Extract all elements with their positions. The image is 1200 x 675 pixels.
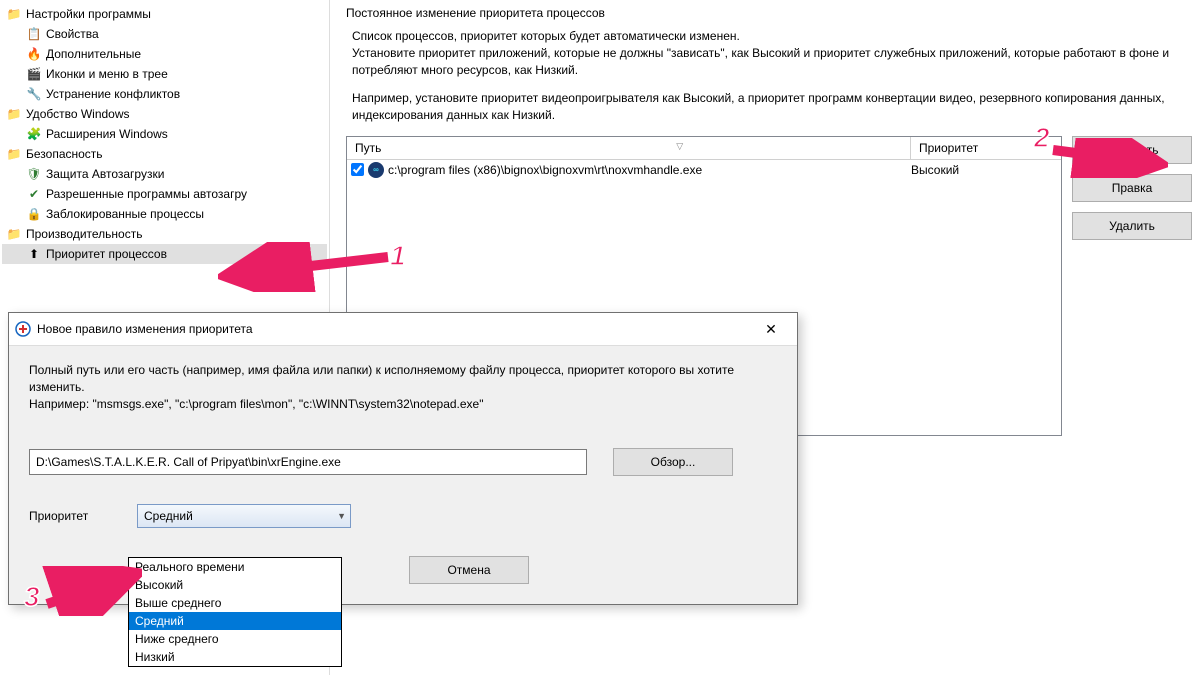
priority-dropdown: Реального времени Высокий Выше среднего … — [128, 557, 342, 667]
close-icon[interactable]: ✕ — [751, 317, 791, 341]
extensions-icon: 🧩 — [26, 126, 42, 142]
tree-item-blocked-processes[interactable]: 🔒Заблокированные процессы — [2, 204, 327, 224]
add-button[interactable]: Добавить — [1072, 136, 1192, 164]
dialog-description: Полный путь или его часть (например, имя… — [29, 362, 777, 412]
folder-icon: 📁 — [6, 226, 22, 242]
new-rule-dialog: Новое правило изменения приоритета ✕ Пол… — [8, 312, 798, 605]
column-path[interactable]: Путь▽ — [347, 137, 911, 159]
additional-icon: 🔥 — [26, 46, 42, 62]
cancel-button[interactable]: Отмена — [409, 556, 529, 584]
tree-item-conflicts[interactable]: 🔧Устранение конфликтов — [2, 84, 327, 104]
content-description: Список процессов, приоритет которых буде… — [352, 28, 1186, 124]
tree-item-autorun-protection[interactable]: 🛡Защита Автозагрузки — [2, 164, 327, 184]
tree-item-program-settings[interactable]: 📁Настройки программы — [2, 4, 327, 24]
properties-icon: 📋 — [26, 26, 42, 42]
annotation-2: 2 — [1034, 122, 1050, 154]
dialog-icon — [15, 321, 31, 337]
chevron-down-icon: ▼ — [337, 511, 346, 521]
browse-button[interactable]: Обзор... — [613, 448, 733, 476]
shield-icon: 🛡 — [26, 166, 42, 182]
dropdown-item-above-normal[interactable]: Выше среднего — [129, 594, 341, 612]
exe-icon: ∞ — [368, 162, 384, 178]
tray-icon: 🎬 — [26, 66, 42, 82]
dropdown-item-low[interactable]: Низкий — [129, 648, 341, 666]
dialog-title: Новое правило изменения приоритета — [37, 322, 751, 336]
folder-icon: 📁 — [6, 6, 22, 22]
priority-label: Приоритет — [29, 509, 125, 523]
sort-indicator-icon: ▽ — [676, 141, 683, 155]
check-icon: ✔ — [26, 186, 42, 202]
tree-item-allowed-programs[interactable]: ✔Разрешенные программы автозагру — [2, 184, 327, 204]
conflict-icon: 🔧 — [26, 86, 42, 102]
tree-item-performance[interactable]: 📁Производительность — [2, 224, 327, 244]
blocked-icon: 🔒 — [26, 206, 42, 222]
tree-item-tray[interactable]: 🎬Иконки и меню в трее — [2, 64, 327, 84]
edit-button[interactable]: Правка — [1072, 174, 1192, 202]
tree-item-windows-convenience[interactable]: 📁Удобство Windows — [2, 104, 327, 124]
annotation-1: 1 — [390, 240, 406, 272]
dropdown-item-high[interactable]: Высокий — [129, 576, 341, 594]
tree-item-properties[interactable]: 📋Свойства — [2, 24, 327, 44]
dropdown-item-realtime[interactable]: Реального времени — [129, 558, 341, 576]
dialog-titlebar[interactable]: Новое правило изменения приоритета ✕ — [9, 313, 797, 346]
delete-button[interactable]: Удалить — [1072, 212, 1192, 240]
table-row[interactable]: ∞ c:\program files (x86)\bignox\bignoxvm… — [347, 160, 1061, 180]
dropdown-item-normal[interactable]: Средний — [129, 612, 341, 630]
folder-icon: 📁 — [6, 146, 22, 162]
table-header: Путь▽ Приоритет — [347, 137, 1061, 160]
priority-select[interactable]: Средний ▼ — [137, 504, 351, 528]
tree-item-process-priority[interactable]: ⬆Приоритет процессов — [2, 244, 327, 264]
priority-icon: ⬆ — [26, 246, 42, 262]
tree-item-security[interactable]: 📁Безопасность — [2, 144, 327, 164]
tree-item-extensions[interactable]: 🧩Расширения Windows — [2, 124, 327, 144]
content-title: Постоянное изменение приоритета процессо… — [346, 6, 1192, 20]
row-checkbox[interactable] — [351, 163, 364, 176]
tree-item-additional[interactable]: 🔥Дополнительные — [2, 44, 327, 64]
annotation-3: 3 — [24, 581, 40, 613]
folder-icon: 📁 — [6, 106, 22, 122]
dropdown-item-below-normal[interactable]: Ниже среднего — [129, 630, 341, 648]
path-input[interactable] — [29, 449, 587, 475]
